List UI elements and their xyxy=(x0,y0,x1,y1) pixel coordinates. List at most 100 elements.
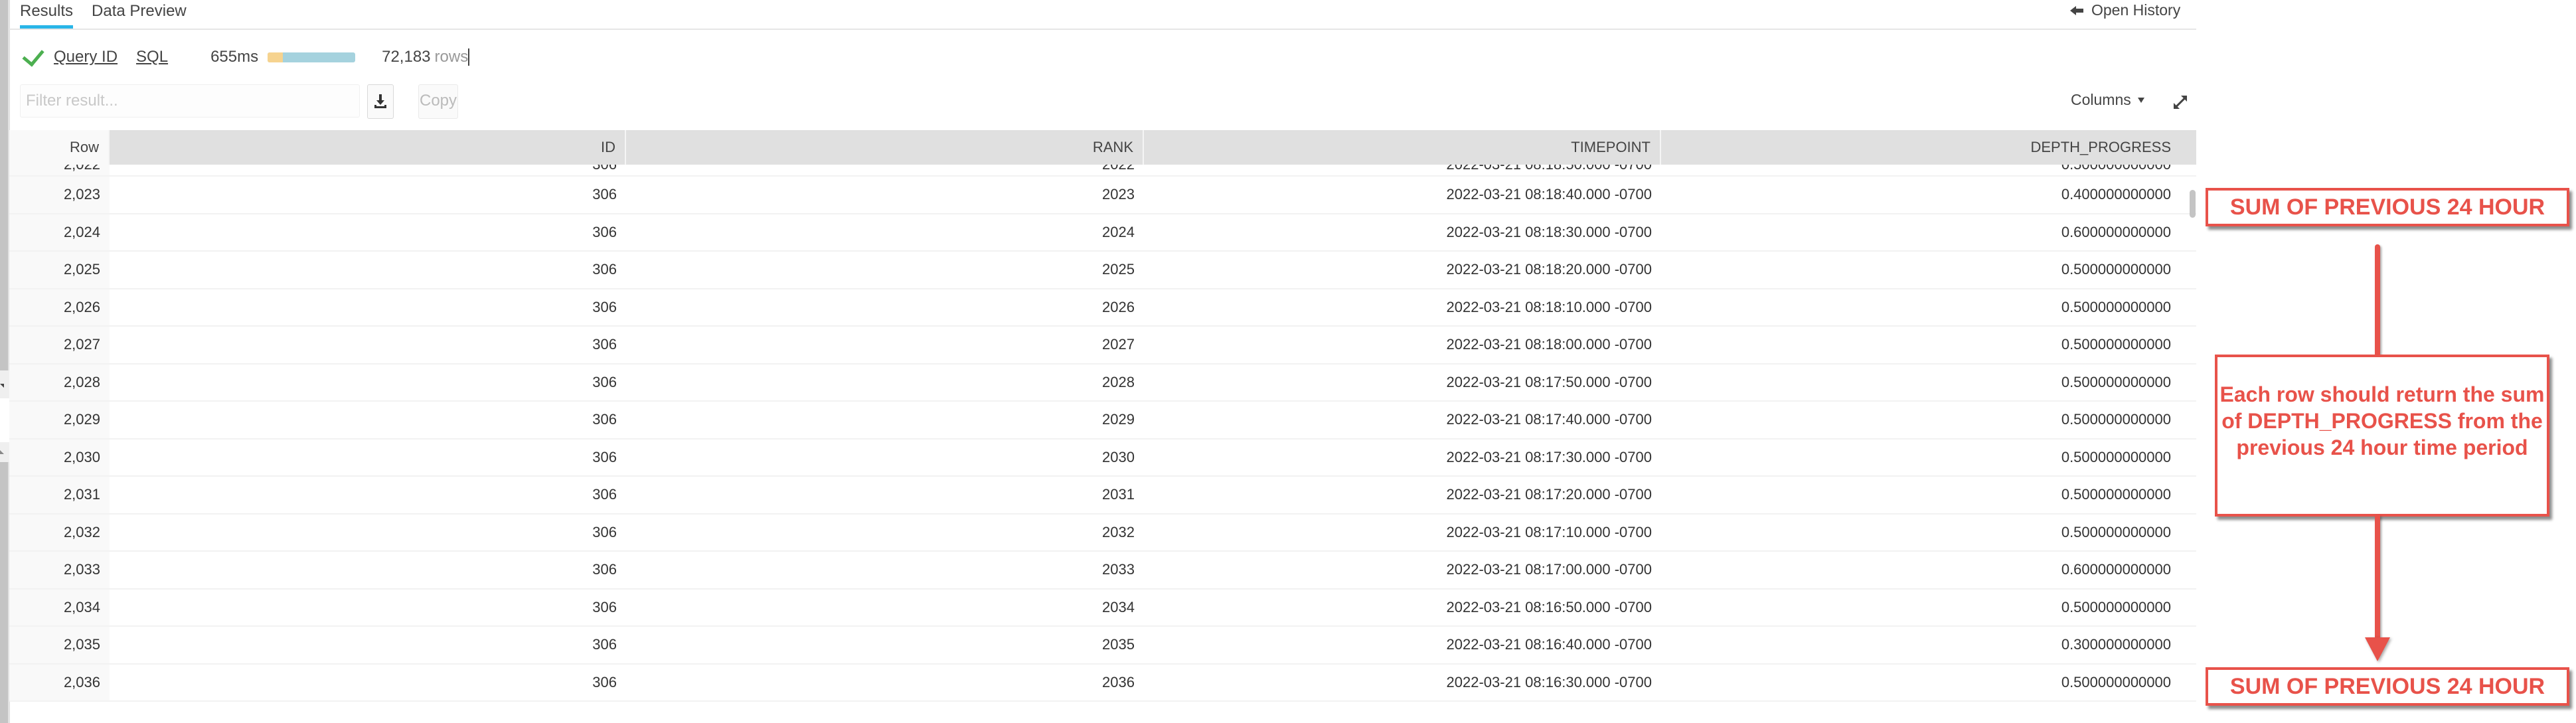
cell-rank: 2024 xyxy=(1102,223,1135,240)
cell-row-number: 2,030 xyxy=(9,439,110,475)
cell-row-number: 2,024 xyxy=(9,214,110,250)
arrow-down-icon xyxy=(2365,637,2390,661)
chevron-down-icon xyxy=(2137,97,2144,103)
query-id-link[interactable]: Query ID xyxy=(54,48,118,66)
cell-timepoint: 2022-03-21 08:16:30.000 -0700 xyxy=(1446,673,1652,690)
cell-timepoint: 2022-03-21 08:17:20.000 -0700 xyxy=(1446,486,1652,503)
cell-rank: 2035 xyxy=(1102,636,1135,653)
cell-id: 306 xyxy=(592,298,617,315)
cell-timepoint: 2022-03-21 08:17:00.000 -0700 xyxy=(1446,561,1652,578)
cell-row-number: 2,022 xyxy=(9,165,110,175)
cell-row-number: 2,023 xyxy=(9,177,110,213)
sql-link[interactable]: SQL xyxy=(136,48,168,66)
cell-rank: 2022 xyxy=(626,165,1144,175)
cell-depth-progress: 0.500000000000 xyxy=(2061,598,2171,615)
table-row[interactable]: 2,027 306 2027 2022-03-21 08:18:00.000 -070… xyxy=(9,327,2196,364)
download-icon xyxy=(374,94,386,109)
cell-rank: 2027 xyxy=(1102,336,1135,353)
cell-timepoint: 2022-03-21 08:18:40.000 -0700 xyxy=(1446,186,1652,202)
table-row[interactable]: 2,032 306 2032 2022-03-21 08:17:10.000 -070… xyxy=(9,514,2196,552)
table-row[interactable]: 2,022 306 2022 2022-03-21 08:18:50.000 -… xyxy=(9,165,2196,177)
open-history-button[interactable]: Open History xyxy=(2070,1,2180,19)
cell-rank: 2026 xyxy=(1102,298,1135,315)
tab-results[interactable]: Results xyxy=(20,0,74,29)
check-icon xyxy=(22,43,44,67)
cell-depth-progress: 0.500000000000 xyxy=(2061,298,2171,315)
copy-button[interactable]: Copy xyxy=(418,84,458,119)
cell-depth-progress: 0.500000000000 xyxy=(2061,373,2171,390)
cell-id: 306 xyxy=(592,448,617,465)
columns-dropdown[interactable]: Columns xyxy=(2071,91,2144,109)
table-row[interactable]: 2,030 306 2030 2022-03-21 08:17:30.000 -070… xyxy=(9,439,2196,477)
table-header: Row ID RANK TIMEPOINT DEPTH_PROGRESS xyxy=(9,130,2196,165)
annotation-connector-line xyxy=(2375,515,2380,638)
table-row[interactable]: 2,026 306 2026 2022-03-21 08:18:10.000 -070… xyxy=(9,289,2196,327)
cell-timepoint: 2022-03-21 08:16:40.000 -0700 xyxy=(1446,636,1652,653)
annotation-bottom-label: SUM OF PREVIOUS 24 HOUR xyxy=(2206,667,2569,706)
query-timing-bar[interactable] xyxy=(268,52,356,62)
cell-depth-progress: 0.500000000000 xyxy=(2061,673,2171,690)
timing-bar-compile-segment xyxy=(268,52,283,62)
cell-id: 306 xyxy=(592,636,617,653)
cell-depth-progress: 0.500000000000 xyxy=(2061,411,2171,428)
download-button[interactable] xyxy=(367,84,394,119)
column-header-id[interactable]: ID xyxy=(110,130,626,165)
table-row[interactable]: 2,036 306 2036 2022-03-21 08:16:30.000 -070… xyxy=(9,664,2196,702)
cell-rank: 2029 xyxy=(1102,411,1135,428)
cell-depth-progress: 0.600000000000 xyxy=(2061,561,2171,578)
cell-timepoint: 2022-03-21 08:17:50.000 -0700 xyxy=(1446,373,1652,390)
tab-data-preview[interactable]: Data Preview xyxy=(92,0,187,29)
cell-timepoint: 2022-03-21 08:16:50.000 -0700 xyxy=(1446,598,1652,615)
cell-rank: 2036 xyxy=(1102,673,1135,690)
panel-divider xyxy=(0,398,9,442)
cell-row-number: 2,032 xyxy=(9,514,110,550)
arrow-left-icon xyxy=(2070,5,2083,15)
left-panel-edge xyxy=(0,0,10,723)
table-row[interactable]: 2,035 306 2035 2022-03-21 08:16:40.000 -070… xyxy=(9,627,2196,665)
cell-id: 306 xyxy=(592,673,617,690)
cell-depth-progress: 0.500000000000 xyxy=(2061,448,2171,465)
row-count-unit: rows xyxy=(434,48,469,66)
columns-label: Columns xyxy=(2071,91,2131,108)
cell-depth-progress: 0.500000000000 xyxy=(1661,165,2196,175)
cell-rank: 2033 xyxy=(1102,561,1135,578)
table-row[interactable]: 2,031 306 2031 2022-03-21 08:17:20.000 -070… xyxy=(9,477,2196,515)
column-header-rank[interactable]: RANK xyxy=(626,130,1144,165)
cell-depth-progress: 0.300000000000 xyxy=(2061,636,2171,653)
annotation-top-label: SUM OF PREVIOUS 24 HOUR xyxy=(2206,188,2569,226)
cell-id: 306 xyxy=(592,186,617,202)
column-header-depth-progress[interactable]: DEPTH_PROGRESS xyxy=(1661,130,2196,165)
result-tabs: Results Data Preview xyxy=(20,0,187,29)
table-row[interactable]: 2,034 306 2034 2022-03-21 08:16:50.000 -070… xyxy=(9,589,2196,627)
table-vertical-scrollbar[interactable] xyxy=(2190,190,2196,218)
cell-rank: 2028 xyxy=(1102,373,1135,390)
column-header-timepoint[interactable]: TIMEPOINT xyxy=(1144,130,1661,165)
cell-timepoint: 2022-03-21 08:18:10.000 -0700 xyxy=(1446,298,1652,315)
cell-rank: 2023 xyxy=(1102,186,1135,202)
open-history-label: Open History xyxy=(2091,1,2181,19)
cell-timepoint: 2022-03-21 08:18:00.000 -0700 xyxy=(1446,336,1652,353)
table-row[interactable]: 2,023 306 2023 2022-03-21 08:18:40.000 -070… xyxy=(9,177,2196,214)
text-cursor xyxy=(468,48,470,66)
cell-id: 306 xyxy=(592,336,617,353)
expand-icon[interactable] xyxy=(2174,96,2188,109)
cell-depth-progress: 0.400000000000 xyxy=(2061,186,2171,202)
cell-depth-progress: 0.600000000000 xyxy=(2061,223,2171,240)
filter-result-input[interactable] xyxy=(20,84,360,118)
column-header-row[interactable]: Row xyxy=(9,130,110,165)
table-row[interactable]: 2,033 306 2033 2022-03-21 08:17:00.000 -070… xyxy=(9,552,2196,590)
table-row[interactable]: 2,029 306 2029 2022-03-21 08:17:40.000 -070… xyxy=(9,402,2196,440)
cell-depth-progress: 0.500000000000 xyxy=(2061,523,2171,540)
cell-row-number: 2,027 xyxy=(9,327,110,363)
cell-rank: 2032 xyxy=(1102,523,1135,540)
cell-depth-progress: 0.500000000000 xyxy=(2061,486,2171,503)
table-row[interactable]: 2,028 306 2028 2022-03-21 08:17:50.000 -070… xyxy=(9,364,2196,402)
table-row[interactable]: 2,024 306 2024 2022-03-21 08:18:30.000 -070… xyxy=(9,214,2196,252)
cell-depth-progress: 0.500000000000 xyxy=(2061,261,2171,278)
table-row[interactable]: 2,025 306 2025 2022-03-21 08:18:20.000 -070… xyxy=(9,252,2196,289)
cell-timepoint: 2022-03-21 08:17:30.000 -0700 xyxy=(1446,448,1652,465)
tabs-divider xyxy=(9,29,2196,30)
cell-row-number: 2,029 xyxy=(9,402,110,438)
cell-id: 306 xyxy=(592,411,617,428)
cell-timepoint: 2022-03-21 08:18:20.000 -0700 xyxy=(1446,261,1652,278)
